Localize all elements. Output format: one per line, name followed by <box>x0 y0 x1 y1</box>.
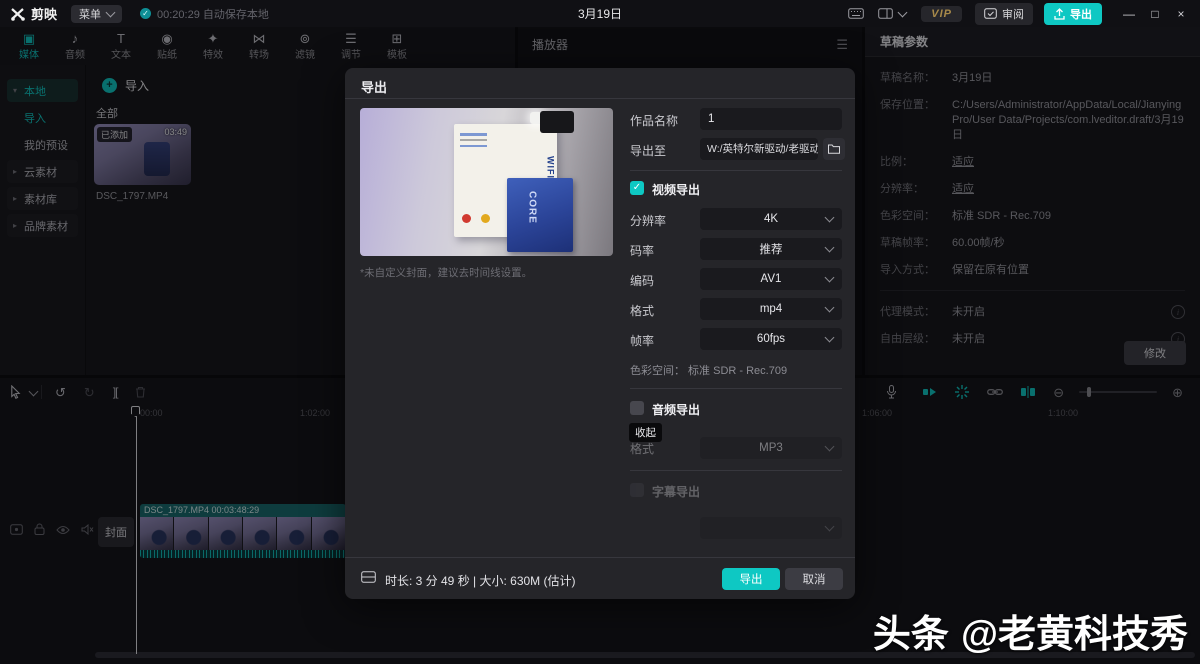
framerate-label: 帧率 <box>630 334 655 348</box>
select-value: 60fps <box>756 333 786 345</box>
toutiao-watermark: 头条 @老黄科技秀 <box>873 603 1188 658</box>
chevron-down-icon <box>824 242 835 253</box>
audio-format-select: MP3 <box>700 437 842 459</box>
export-confirm-button[interactable]: 导出 <box>722 568 780 590</box>
bitrate-select[interactable]: 推荐 <box>700 238 842 260</box>
close-button[interactable]: × <box>1168 7 1194 21</box>
colorspace-text: 色彩空间： 标准 SDR - Rec.709 <box>630 365 788 377</box>
codec-label: 编码 <box>630 274 655 288</box>
menu-button[interactable]: 菜单 <box>71 4 123 23</box>
path-field-label: 导出至 <box>630 144 667 158</box>
subtitle-export-label: 字幕导出 <box>652 485 701 499</box>
app-logo: 剪映 <box>10 4 57 23</box>
codec-select[interactable]: AV1 <box>700 268 842 290</box>
audio-format-label: 格式 <box>630 442 655 456</box>
format-select[interactable]: mp4 <box>700 298 842 320</box>
chevron-down-icon <box>824 212 835 223</box>
cover-preview-image: WIFI CORE <box>360 108 613 256</box>
video-export-checkbox[interactable]: ✓ <box>630 181 644 195</box>
app-name: 剪映 <box>31 7 58 22</box>
select-value: AV1 <box>760 273 782 285</box>
autosave-icon: ✓ <box>140 8 152 19</box>
camera-graphic <box>539 110 574 133</box>
chevron-down-icon <box>105 7 116 17</box>
section-divider <box>630 170 842 171</box>
shortcut-keys-icon[interactable] <box>848 8 865 19</box>
select-value: mp4 <box>759 303 783 315</box>
chevron-down-icon <box>897 7 908 17</box>
select-value: 推荐 <box>759 244 783 256</box>
framerate-select[interactable]: 60fps <box>700 328 842 350</box>
audio-export-checkbox[interactable] <box>630 401 644 415</box>
jianying-logo-icon <box>11 7 25 21</box>
video-export-label: 视频导出 <box>652 183 701 197</box>
cover-note: *未自定义封面，建议去时间线设置。 <box>360 267 533 279</box>
export-dialog: 导出 WIFI CORE *未自定义封面，建议去时间线设置。 作品名称 导出至 … <box>345 68 855 599</box>
film-icon <box>361 571 376 586</box>
layout-switch-button[interactable] <box>878 7 908 19</box>
chevron-down-icon <box>824 332 835 343</box>
export-path-field[interactable]: W:/英特尔新驱动/老驱动... <box>700 138 818 160</box>
autosave-status: ✓ 00:20:29 自动保存本地 <box>140 6 269 22</box>
browse-folder-button[interactable] <box>823 138 845 160</box>
review-icon <box>984 8 997 19</box>
resolution-label: 分辨率 <box>630 214 667 228</box>
work-name-input[interactable] <box>700 108 842 130</box>
format-label: 格式 <box>630 304 655 318</box>
subtitle-format-select <box>700 517 842 539</box>
footer-divider <box>345 557 855 558</box>
chevron-down-icon <box>824 302 835 313</box>
export-dialog-title: 导出 <box>361 80 388 95</box>
bitrate-label: 码率 <box>630 244 655 258</box>
export-top-button[interactable]: 导出 <box>1044 2 1102 25</box>
titlebar: 剪映 菜单 ✓ 00:20:29 自动保存本地 3月19日 VIP 审阅 导出 … <box>0 0 1200 27</box>
upload-icon <box>1054 7 1065 20</box>
export-summary-text: 时长: 3 分 49 秒 | 大小: 630M (估计) <box>385 574 576 588</box>
chevron-down-icon <box>824 272 835 283</box>
collapse-tooltip: 收起 <box>629 423 662 442</box>
section-divider <box>630 388 842 389</box>
subtitle-export-checkbox <box>630 483 644 497</box>
minimize-button[interactable]: — <box>1116 7 1142 21</box>
jianying-app-window: ▣ 媒体 ♪ 音频 T 文本 ◉ 贴纸 ✦ 特效 ⋈ 转场 ⊚ 滤镜 ☰ 调节 ⊞ 模板 ▾ 本地 导入 我的预设 ▸ 云素… <box>0 0 1200 664</box>
vip-badge[interactable]: VIP <box>921 5 962 22</box>
cancel-button[interactable]: 取消 <box>785 568 843 590</box>
resolution-select[interactable]: 4K <box>700 208 842 230</box>
section-divider <box>630 470 842 471</box>
name-field-label: 作品名称 <box>630 114 679 128</box>
cpu-box-graphic: CORE <box>506 177 573 252</box>
select-value: 4K <box>763 213 779 225</box>
dialog-divider <box>345 98 855 99</box>
watermark-handle: @老黄科技秀 <box>960 614 1188 656</box>
maximize-button[interactable]: □ <box>1142 7 1168 21</box>
review-button[interactable]: 审阅 <box>975 2 1033 25</box>
audio-export-label: 音频导出 <box>652 403 701 417</box>
watermark-brand: 头条 <box>872 614 949 656</box>
